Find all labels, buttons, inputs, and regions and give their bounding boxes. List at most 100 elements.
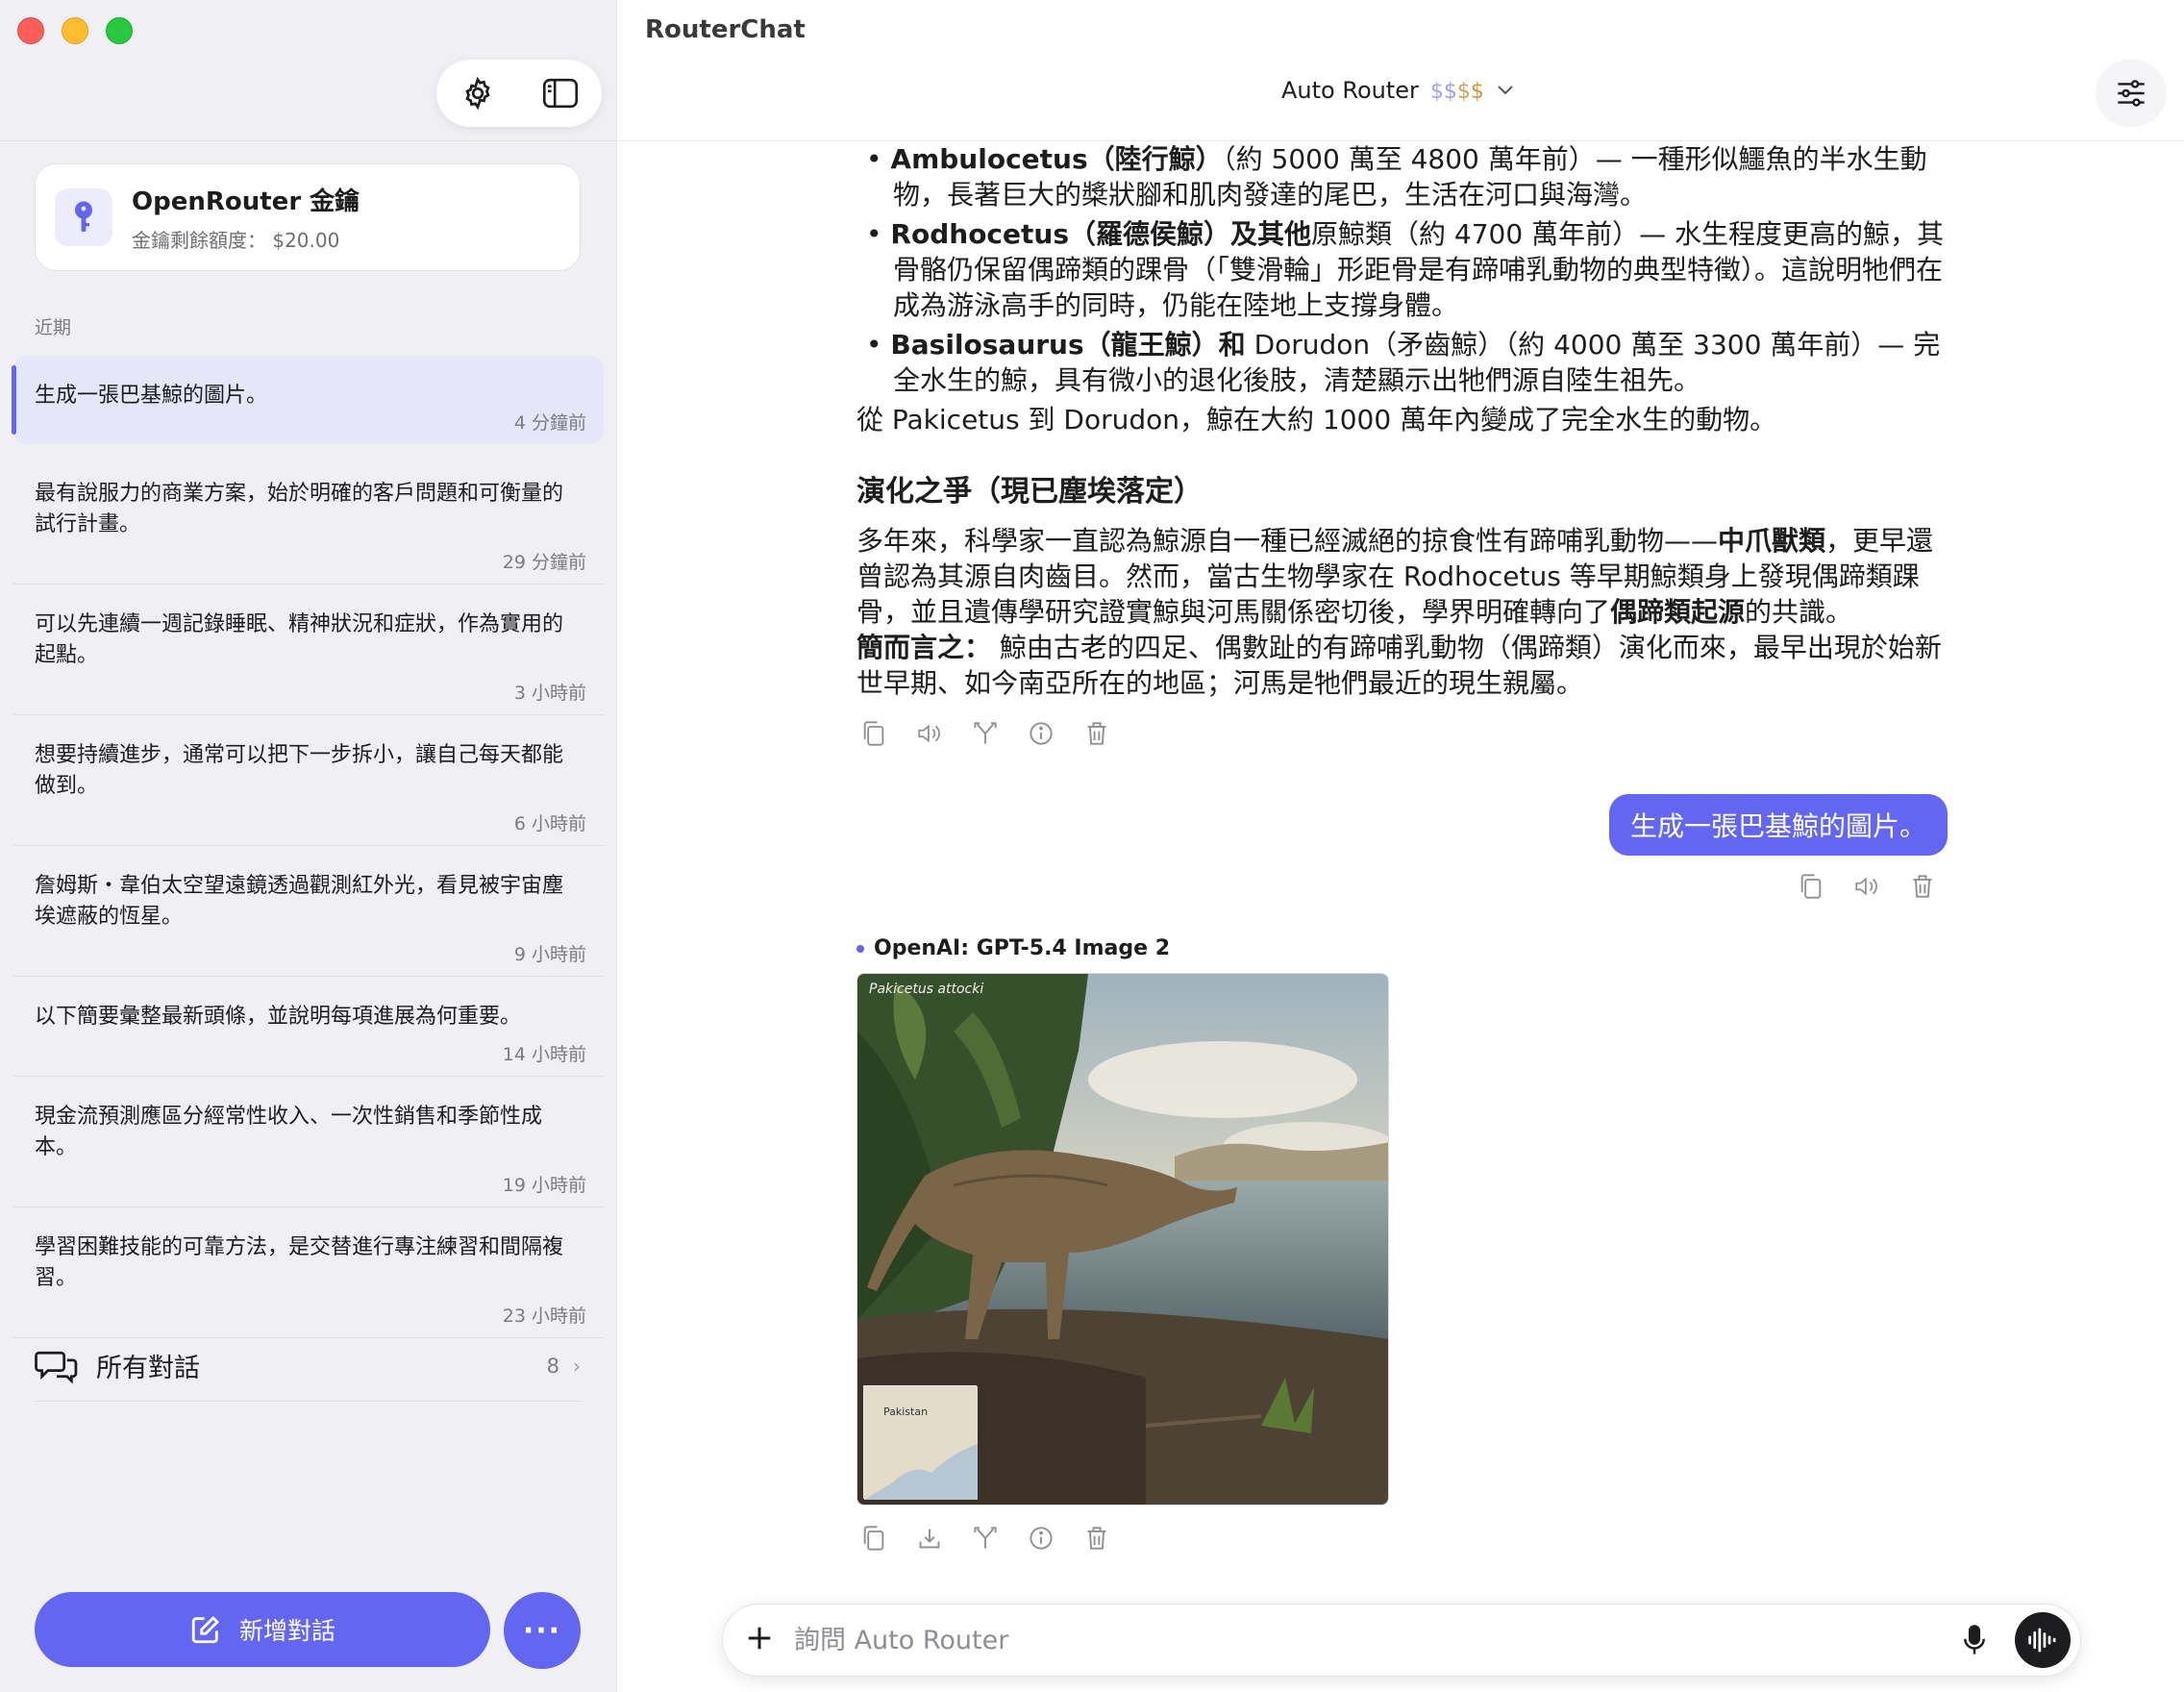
message-input[interactable] [794,1625,1955,1655]
window-controls [17,17,133,44]
conversation-title: 最有說服力的商業方案，始於明確的客戶問題和可衡量的試行計畫。 [35,482,564,536]
copy-icon [863,1526,884,1551]
main-panel: RouterChat Auto Router $$$$ • Ambulocetu… [618,0,2184,1692]
message-composer [722,1604,2081,1677]
conversation-time: 14 小時前 [502,1044,586,1065]
gear-icon [465,76,490,111]
compose-icon [191,1615,220,1644]
more-options-button[interactable]: ··· [504,1592,581,1669]
copy-icon [863,721,884,746]
model-name: Auto Router [1281,77,1419,104]
conversation-item[interactable]: 學習困難技能的可靠方法，是交替進行專注練習和間隔複習。 23 小時前 [13,1207,604,1338]
paragraph: 多年來，科學家一直認為鯨源自一種已經滅絕的掠食性有蹄哺乳動物——中爪獸類，更早還… [856,525,1934,628]
recent-conversations: 生成一張巴基鯨的圖片。 4 分鐘前 最有說服力的商業方案，始於明確的客戶問題和可… [12,356,604,1338]
branch-button[interactable] [972,1525,999,1552]
inset-map: Pakistan [863,1385,978,1500]
delete-button[interactable] [1083,1525,1110,1552]
list-item: • Rodhocetus（羅德侯鯨）及其他原鯨類（約 4700 萬年前）— 水生… [866,218,1944,321]
delete-button[interactable] [1909,873,1936,900]
conversation-time: 19 小時前 [502,1175,586,1196]
conversation-title: 想要持續進步，通常可以把下一步拆小，讓自己每天都能做到。 [35,743,564,798]
conversation-item[interactable]: 現金流預測應區分經常性收入、一次性銷售和季節性成本。 19 小時前 [13,1077,604,1207]
speaker-icon [918,724,940,743]
info-icon [1030,1527,1053,1550]
chat-settings-button[interactable] [2096,60,2167,127]
conversation-time: 29 分鐘前 [502,552,586,573]
list-item: • Ambulocetus（陸行鯨）（約 5000 萬至 4800 萬年前）— … [866,143,1927,211]
attach-button[interactable] [742,1619,777,1661]
conversation-time: 4 分鐘前 [513,412,586,434]
conversation-item[interactable]: 以下簡要彙整最新頭條，並說明每項進展為何重要。 14 小時前 [13,977,604,1077]
info-button[interactable] [1028,720,1055,747]
chat-bubbles-icon [35,1351,78,1384]
user-message-actions [1798,873,1936,900]
conversation-title: 學習困難技能的可靠方法，是交替進行專注練習和間隔複習。 [35,1235,564,1290]
info-button[interactable] [1028,1525,1055,1552]
section-heading: 演化之爭（現已塵埃落定） [856,475,1203,509]
conversation-count: 8 [546,1354,559,1378]
new-chat-button[interactable]: 新增對話 [35,1592,490,1667]
conversation-time: 23 小時前 [502,1306,586,1327]
trash-icon [1087,722,1106,745]
model-selector[interactable]: Auto Router $$$$ [1281,77,1515,104]
copy-icon [1800,874,1822,899]
sidebar: OpenRouter 金鑰 金鑰剩餘額度： $20.00 近期 生成一張巴基鯨的… [0,0,617,1692]
download-button[interactable] [916,1525,943,1552]
info-icon [1030,722,1053,745]
conversation-item[interactable]: 生成一張巴基鯨的圖片。 4 分鐘前 [12,356,604,444]
message-actions [856,720,1952,747]
copy-button[interactable] [860,720,887,747]
sidebar-toolbar [436,60,602,127]
map-shape [864,1386,978,1500]
conversation-time: 3 小時前 [513,683,586,704]
download-icon [919,1529,940,1549]
summary-text: 從 Pakicetus 到 Dorudon，鯨在大約 1000 萬年內變成了完全… [856,404,1777,435]
close-window-button[interactable] [17,17,44,44]
copy-button[interactable] [1798,873,1824,900]
conversation-item[interactable]: 詹姆斯・韋伯太空望遠鏡透過觀測紅外光，看見被宇宙塵埃遮蔽的恆星。 9 小時前 [13,846,604,977]
read-aloud-button[interactable] [1853,873,1880,900]
toggle-sidebar-button[interactable] [536,69,584,117]
recent-section-label: 近期 [35,317,72,338]
branch-icon [974,1527,997,1549]
conversation-item[interactable]: 可以先連續一週記錄睡眠、精神狀況和症狀，作為實用的起點。 3 小時前 [13,585,604,715]
waveform-icon [2028,1628,2056,1653]
conversation-title: 詹姆斯・韋伯太空望遠鏡透過觀測紅外光，看見被宇宙塵埃遮蔽的恆星。 [35,874,564,929]
conversation-title: 生成一張巴基鯨的圖片。 [35,384,268,408]
read-aloud-button[interactable] [916,720,943,747]
branch-button[interactable] [972,720,999,747]
api-key-card[interactable]: OpenRouter 金鑰 金鑰剩餘額度： $20.00 [35,163,581,271]
sidebar-icon [542,78,579,109]
sliders-icon [2118,80,2145,107]
conversation-item[interactable]: 想要持續進步，通常可以把下一步拆小，讓自己每天都能做到。 6 小時前 [13,715,604,846]
conversation-time: 6 小時前 [513,813,586,834]
generated-image[interactable]: Pakicetus attocki Pakistan [856,973,1389,1505]
all-conversations-link[interactable]: 所有對話 8 › [35,1331,581,1402]
map-label: Pakistan [883,1406,929,1418]
list-item: • Basilosaurus（龍王鯨）和 Dorudon（矛齒鯨）（約 4000… [866,329,1941,396]
delete-button[interactable] [1083,720,1110,747]
zoom-window-button[interactable] [106,17,133,44]
price-tier: $$$$ [1429,80,1484,104]
key-card-balance: 金鑰剩餘額度： $20.00 [132,229,340,252]
image-message-actions [860,1525,1110,1552]
conversation-item[interactable]: 最有說服力的商業方案，始於明確的客戶問題和可衡量的試行計畫。 29 分鐘前 [13,454,604,585]
new-chat-label: 新增對話 [238,1617,335,1645]
key-icon [55,188,112,246]
conversation-title: 可以先連續一週記錄睡眠、精神狀況和症狀，作為實用的起點。 [35,612,564,667]
voice-mode-button[interactable] [2015,1612,2071,1668]
branch-icon [974,722,997,744]
more-icon: ··· [522,1613,562,1648]
chevron-down-icon [1498,86,1513,95]
speaker-icon [1855,877,1877,896]
key-card-title: OpenRouter 金鑰 [132,187,360,216]
copy-button[interactable] [860,1525,887,1552]
microphone-icon [1964,1625,1985,1655]
minimize-window-button[interactable] [62,17,88,44]
plus-icon [748,1627,771,1650]
image-caption: Pakicetus attocki [869,982,984,997]
paragraph: 簡而言之： 鯨由古老的四足、偶數趾的有蹄哺乳動物（偶蹄類）演化而來，最早出現於始… [856,632,1942,699]
settings-button[interactable] [454,69,502,117]
dictation-button[interactable] [1955,1621,1994,1659]
conversation-title: 以下簡要彙整最新頭條，並說明每項進展為何重要。 [35,1005,522,1029]
